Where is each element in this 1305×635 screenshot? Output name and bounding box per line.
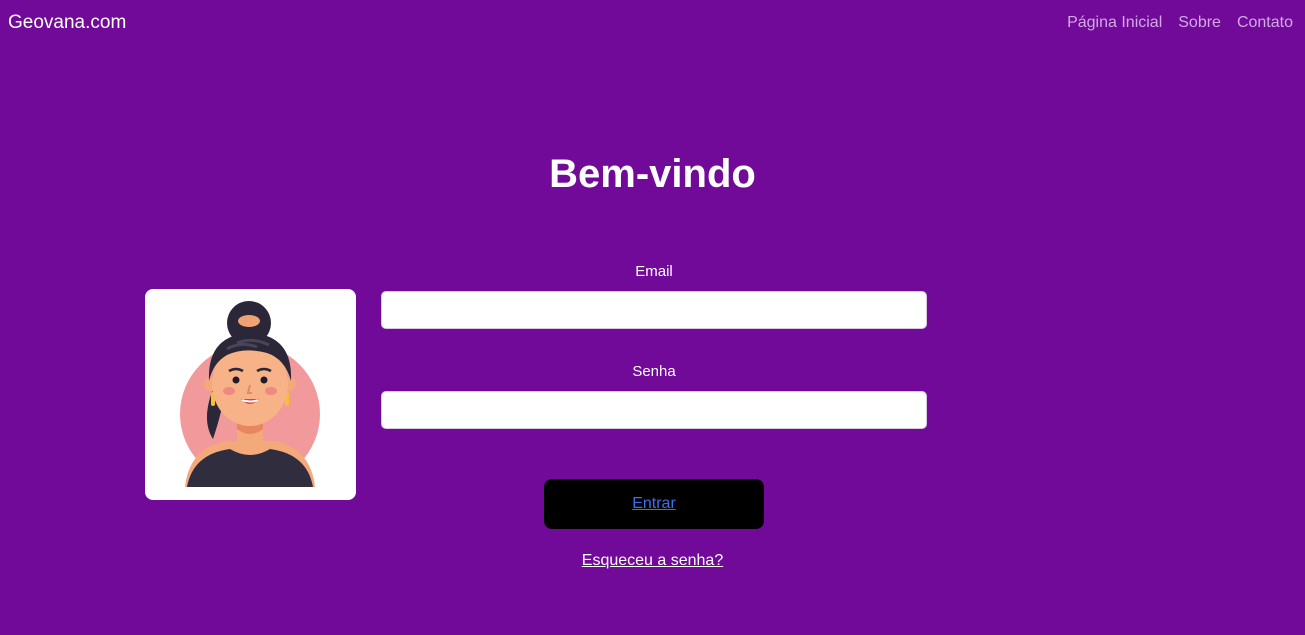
nav-link-contact[interactable]: Contato bbox=[1237, 14, 1293, 32]
avatar-card bbox=[145, 289, 356, 500]
nav-links: Página Inicial Sobre Contato bbox=[1067, 14, 1293, 32]
password-label: Senha bbox=[632, 363, 676, 380]
forgot-password-link[interactable]: Esqueceu a senha? bbox=[582, 552, 723, 569]
email-field[interactable] bbox=[381, 291, 927, 329]
page-title: Bem-vindo bbox=[549, 152, 756, 196]
top-navbar: Geovana.com Página Inicial Sobre Contato bbox=[0, 0, 1305, 48]
password-field[interactable] bbox=[381, 391, 927, 429]
forgot-password: Esqueceu a senha? bbox=[0, 552, 1305, 570]
nav-link-about[interactable]: Sobre bbox=[1178, 14, 1221, 32]
brand-link[interactable]: Geovana.com bbox=[8, 12, 126, 34]
login-button[interactable]: Entrar bbox=[544, 479, 764, 529]
login-button-label[interactable]: Entrar bbox=[632, 495, 676, 513]
woman-avatar-icon bbox=[180, 301, 320, 487]
nav-link-home[interactable]: Página Inicial bbox=[1067, 14, 1162, 32]
email-label: Email bbox=[635, 263, 673, 280]
